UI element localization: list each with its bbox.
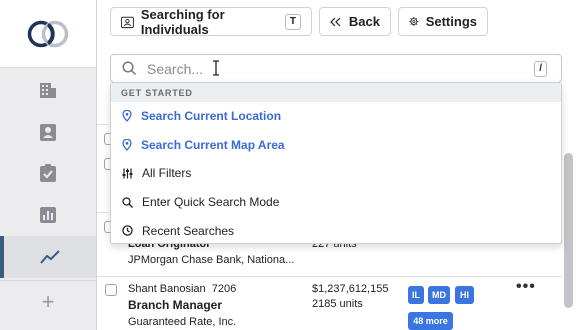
logo-icon: [27, 20, 69, 48]
row-volume: $1,237,612,155: [312, 283, 389, 295]
all-filters-item[interactable]: All Filters: [111, 159, 561, 188]
row-menu-button[interactable]: •••: [516, 278, 536, 296]
row-units: 2185 units: [312, 298, 363, 310]
sidebar-item-analytics[interactable]: [0, 236, 96, 278]
double-chevron-left-icon: [330, 17, 341, 26]
settings-label: Settings: [425, 14, 477, 29]
row-title: Branch Manager: [128, 298, 223, 312]
bar-chart-icon: [40, 207, 56, 223]
dropdown-item-label: Search Current Map Area: [141, 137, 285, 152]
search-suggestions-dropdown: GET STARTED Search Current Location Sear…: [110, 82, 562, 244]
contact-card-icon: [40, 124, 56, 141]
state-badge[interactable]: IL: [408, 286, 424, 304]
person-name[interactable]: Shant Banosian: [128, 283, 206, 295]
search-shortcut-key: /: [534, 61, 547, 77]
sidebar: +: [0, 0, 97, 330]
add-button[interactable]: +: [0, 280, 96, 322]
sidebar-item-tasks[interactable]: [0, 152, 96, 194]
gear-icon: [409, 17, 419, 26]
recent-searches-item[interactable]: Recent Searches: [111, 216, 561, 245]
settings-button[interactable]: Settings: [398, 7, 488, 36]
sidebar-item-buildings[interactable]: [0, 69, 96, 111]
scrollbar[interactable]: [564, 153, 573, 308]
filters-icon: [122, 168, 133, 179]
row-checkbox[interactable]: [105, 284, 117, 296]
row-divider: [97, 276, 562, 277]
search-mode-label: Searching for Individuals: [140, 6, 225, 37]
back-button[interactable]: Back: [319, 7, 391, 36]
more-dots-icon: •••: [516, 278, 536, 295]
state-badge[interactable]: MD: [428, 286, 450, 304]
person-id: 7206: [211, 283, 237, 295]
dropdown-item-label: Recent Searches: [142, 223, 235, 238]
row-company: JPMorgan Chase Bank, Nationa...: [128, 254, 295, 266]
search-current-location-item[interactable]: Search Current Location: [111, 102, 561, 131]
quick-search-mode-item[interactable]: Enter Quick Search Mode: [111, 188, 561, 217]
dropdown-header: GET STARTED: [111, 83, 561, 102]
location-pin-icon: [122, 138, 132, 151]
trend-line-icon: [40, 250, 60, 264]
state-badge[interactable]: HI: [455, 286, 474, 304]
search-input[interactable]: [147, 59, 527, 79]
search-box: /: [110, 54, 562, 83]
text-cursor-icon: [213, 60, 219, 76]
sidebar-item-contacts[interactable]: [0, 111, 96, 153]
dropdown-item-label: Search Current Location: [141, 109, 282, 124]
clock-icon: [122, 225, 133, 236]
dropdown-item-label: Enter Quick Search Mode: [142, 195, 280, 210]
clipboard-check-icon: [40, 164, 56, 182]
dropdown-item-label: All Filters: [142, 166, 192, 181]
building-icon: [40, 83, 56, 98]
sidebar-item-reports[interactable]: [0, 194, 96, 236]
shortcut-key: T: [284, 13, 301, 30]
more-states-badge[interactable]: 48 more: [408, 312, 453, 330]
location-pin-icon: [122, 110, 132, 123]
search-icon: [122, 196, 133, 208]
row-name[interactable]: Shant Banosian 7206: [128, 283, 236, 295]
back-label: Back: [348, 14, 380, 29]
search-current-map-area-item[interactable]: Search Current Map Area: [111, 131, 561, 160]
search-icon: [122, 61, 137, 76]
search-mode-button[interactable]: Searching for Individuals T: [110, 6, 312, 37]
plus-icon: +: [41, 288, 55, 314]
row-company: Guaranteed Rate, Inc.: [128, 316, 237, 328]
user-card-icon: [121, 16, 134, 28]
logo[interactable]: [0, 0, 96, 68]
